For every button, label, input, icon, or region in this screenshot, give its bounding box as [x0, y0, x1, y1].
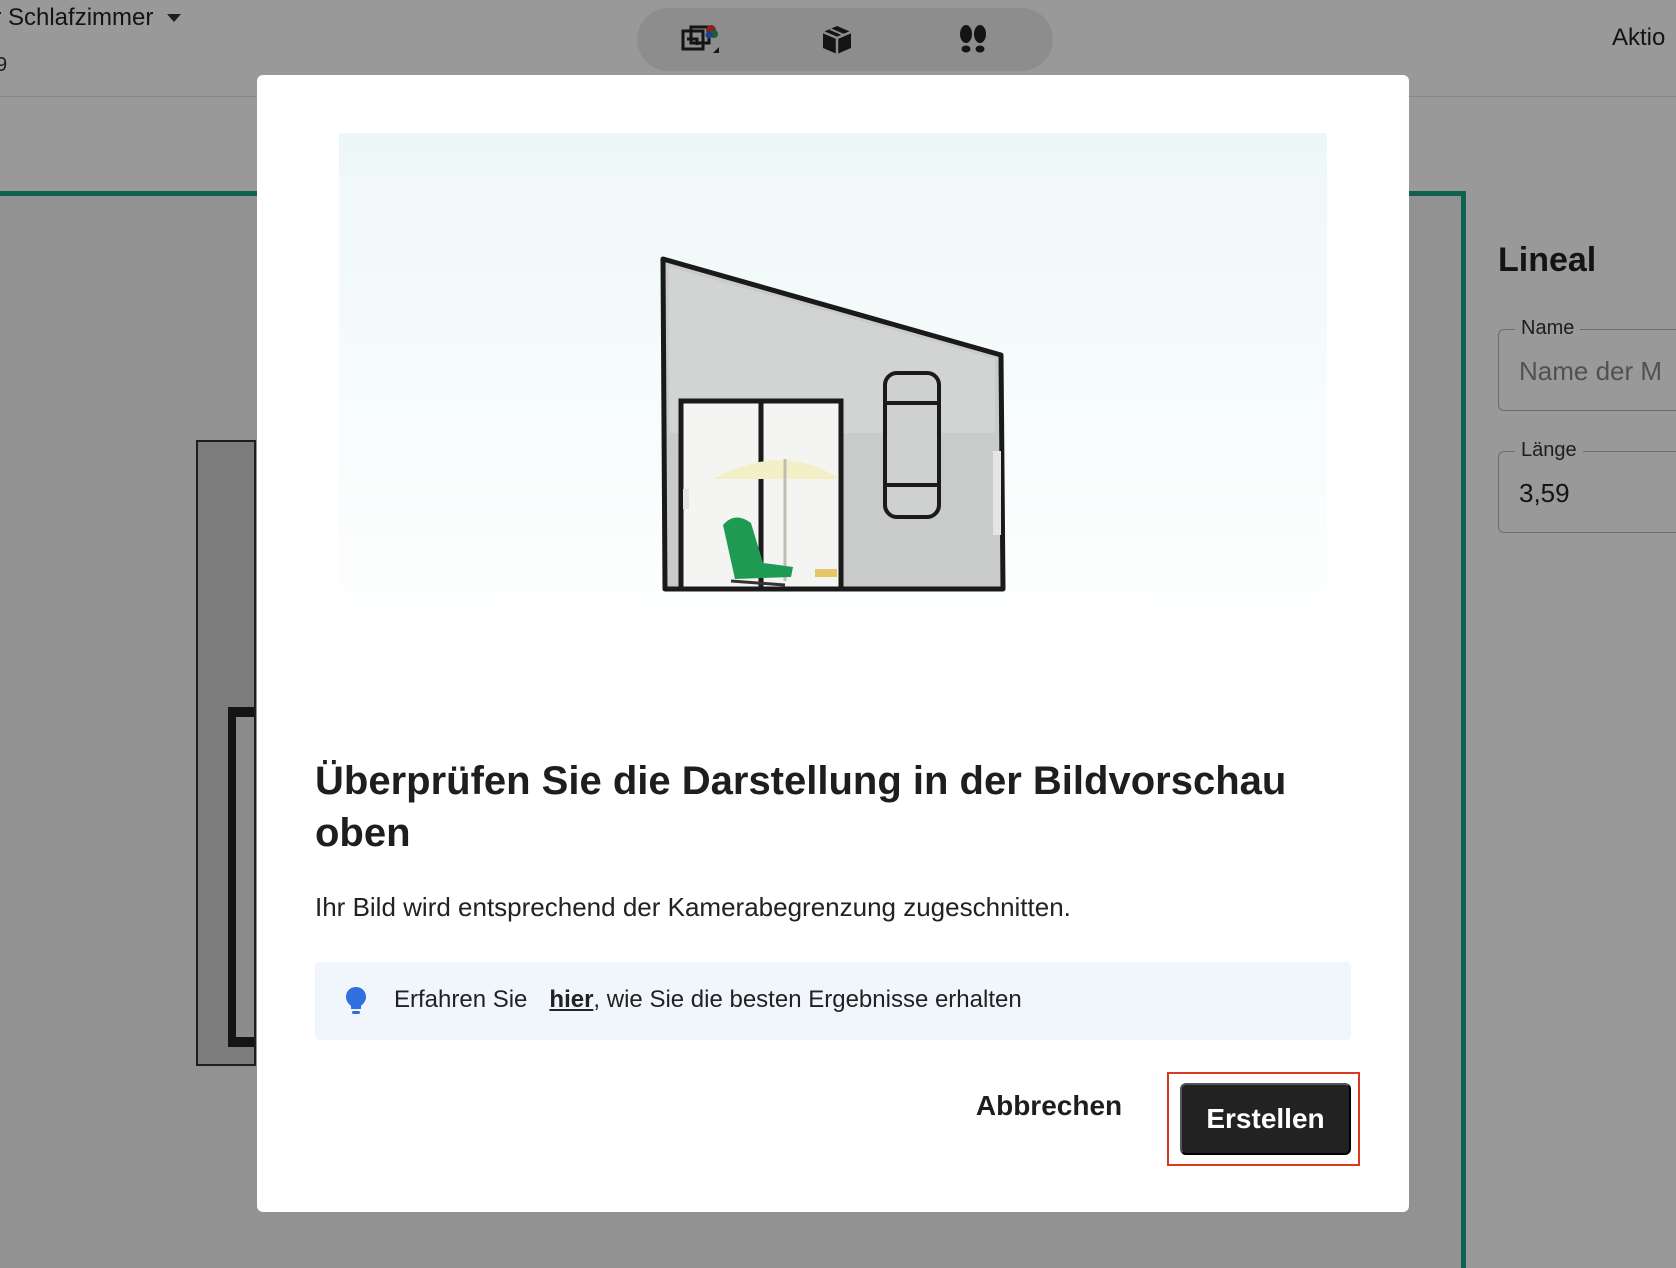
lightbulb-icon — [346, 987, 366, 1014]
dialog-heading: Überprüfen Sie die Darstellung in der Bi… — [315, 759, 1287, 855]
render-preview-dialog: Überprüfen Sie die Darstellung in der Bi… — [257, 75, 1409, 1212]
tip-banner: Erfahren Sie hier, wie Sie die besten Erg… — [315, 962, 1351, 1040]
create-button[interactable]: Erstellen — [1180, 1083, 1351, 1155]
tip-suffix: , wie Sie die besten Ergebnisse erhalten — [593, 986, 1022, 1013]
image-preview — [339, 133, 1327, 659]
cancel-button[interactable]: Abbrechen — [965, 1081, 1133, 1131]
tip-help-link[interactable]: hier — [549, 986, 593, 1013]
dialog-description: Ihr Bild wird entsprechend der Kamerabeg… — [315, 892, 1071, 922]
tip-prefix: Erfahren Sie — [394, 986, 528, 1013]
wall-elevation-preview — [660, 256, 1006, 592]
tip-text: Erfahren Sie hier, wie Sie die besten Erg… — [394, 986, 1022, 1014]
